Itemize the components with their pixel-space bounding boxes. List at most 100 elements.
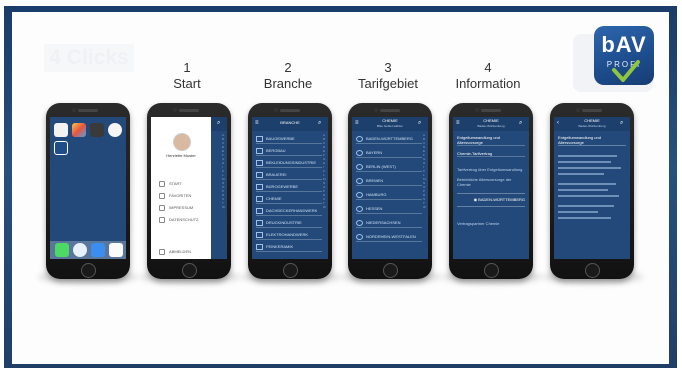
home-button[interactable] xyxy=(182,263,197,278)
bav-profi-logo: bAV PROFI xyxy=(594,26,654,85)
list-item[interactable]: BERLIN (WEST) xyxy=(356,163,422,172)
list-item[interactable]: NIEDERSACHSEN xyxy=(356,219,422,228)
step-number: 2 xyxy=(284,60,292,75)
detail-body xyxy=(558,151,624,251)
location-pin-icon xyxy=(356,191,363,198)
list-item-label: BAYERN xyxy=(366,150,383,155)
list-item[interactable]: BAUGEWERBE xyxy=(256,135,322,144)
menu-item-datenschutz[interactable]: DATENSCHUTZ xyxy=(159,217,198,223)
text-line xyxy=(558,217,611,219)
clock-app-icon[interactable] xyxy=(108,123,122,137)
phone-camera xyxy=(274,108,278,112)
list-item[interactable]: DACHDECKERHANDWERK xyxy=(256,207,322,216)
app-bar: ≡ CHEMIE Bitte Gebiet wählen ⌕ xyxy=(352,117,428,131)
branche-icon xyxy=(256,243,263,250)
phone-speaker xyxy=(582,109,602,112)
phone-screen: ⌕ Henriette Muster START FAVORITEN IMPRE… xyxy=(151,117,227,259)
list-item[interactable]: BERGBAU xyxy=(256,147,322,156)
phone-start-menu: ⌕ Henriette Muster START FAVORITEN IMPRE… xyxy=(147,103,231,279)
bav-app-icon[interactable] xyxy=(54,141,68,155)
list-item[interactable]: HESSEN xyxy=(356,205,422,214)
detail-title: Entgeltumwandlung und Altersvorsorge xyxy=(558,135,626,146)
alphabet-index[interactable]: ABCDEFGHIKLMNOPRSTW xyxy=(423,133,427,209)
list-item-label: FEINKERAMIK xyxy=(266,244,294,249)
music-app-icon[interactable] xyxy=(109,243,123,257)
phone-speaker xyxy=(380,109,400,112)
location-pin-icon xyxy=(356,219,363,226)
screen-title: BRANCHE xyxy=(280,120,300,125)
phone-camera xyxy=(173,108,177,112)
home-button[interactable] xyxy=(484,263,499,278)
phone-speaker xyxy=(179,109,199,112)
list-item[interactable]: BEKLEIDUNGSINDUSTRIE xyxy=(256,159,322,168)
location-pin-icon xyxy=(356,135,363,142)
menu-item-impressum[interactable]: IMPRESSUM xyxy=(159,205,193,211)
list-item-label: BEKLEIDUNGSINDUSTRIE xyxy=(266,160,317,165)
home-button[interactable] xyxy=(283,263,298,278)
phone-screen: ≡ CHEMIE Baden-Württemberg ⌕ Entgeltumwa… xyxy=(453,117,529,259)
list-item[interactable]: BADEN-WÜRTTEMBERG xyxy=(356,135,422,144)
alphabet-index[interactable]: ABCDEFGHIKLMNOPRSTW xyxy=(323,133,327,209)
list-item[interactable]: DRUCKINDUSTRIE xyxy=(256,219,322,228)
list-item-label: BREMEN xyxy=(366,178,384,183)
location-pin-icon xyxy=(356,149,363,156)
info-item[interactable]: Chemie-Tarifvertrag xyxy=(457,151,525,157)
branche-icon xyxy=(256,171,263,178)
search-icon[interactable]: ⌕ xyxy=(418,120,424,126)
search-icon[interactable]: ⌕ xyxy=(519,120,525,126)
phone-detail: ‹ CHEMIE Baden-Württemberg ⌕ Entgeltumwa… xyxy=(550,103,634,279)
list-item[interactable]: BRAUEREI xyxy=(256,171,322,180)
list-item[interactable]: BÜROGEWERBE xyxy=(256,183,322,192)
phone-speaker xyxy=(280,109,300,112)
list-item[interactable]: ELEKTROHANDWERK xyxy=(256,231,322,240)
list-item-label: DRUCKINDUSTRIE xyxy=(266,220,302,225)
step-1: 1 Start xyxy=(142,60,232,92)
branche-icon xyxy=(256,195,263,202)
camera-app-icon[interactable] xyxy=(90,123,104,137)
list-item[interactable]: CHEMIE xyxy=(256,195,322,204)
list-item[interactable]: HAMBURG xyxy=(356,191,422,200)
phone-screen: ≡ BRANCHE ⌕ BAUGEWERBE BERGBAU BEKLEIDUN… xyxy=(252,117,328,259)
list-item[interactable]: FEINKERAMIK xyxy=(256,243,322,252)
calendar-app-icon[interactable] xyxy=(54,123,68,137)
list-item-label: BRAUEREI xyxy=(266,172,287,177)
photos-app-icon[interactable] xyxy=(72,123,86,137)
screen-subtitle: Baden-Württemberg xyxy=(578,124,606,128)
alphabet-index[interactable]: ABCDEFGHIKLMNOPRSTW xyxy=(222,133,226,209)
menu-item-start[interactable]: START xyxy=(159,181,182,187)
text-line xyxy=(558,155,618,157)
document-icon xyxy=(159,205,165,211)
menu-item-label: IMPRESSUM xyxy=(169,205,194,211)
search-icon[interactable]: ⌕ xyxy=(620,120,626,126)
info-text: Betriebliche Altersvorsorge der Chemie xyxy=(457,177,512,187)
phone-app-icon[interactable] xyxy=(55,243,69,257)
home-button[interactable] xyxy=(81,263,96,278)
list-item-label: HAMBURG xyxy=(366,192,387,197)
app-bar: ≡ CHEMIE Baden-Württemberg ⌕ xyxy=(453,117,529,131)
list-item-label: CHEMIE xyxy=(266,196,282,201)
text-line xyxy=(558,161,611,163)
list-item-label: ELEKTROHANDWERK xyxy=(266,232,309,237)
text-line xyxy=(558,205,615,207)
menu-item-favoriten[interactable]: FAVORITEN xyxy=(159,193,191,199)
mail-app-icon[interactable] xyxy=(91,243,105,257)
region-row[interactable]: ◉ BADEN-WÜRTTEMBERG xyxy=(457,193,525,207)
list-item[interactable]: NORDRHEIN-WESTFALEN xyxy=(356,233,422,242)
search-icon[interactable]: ⌕ xyxy=(318,120,324,126)
phone-tarifgebiet: ≡ CHEMIE Bitte Gebiet wählen ⌕ BADEN-WÜR… xyxy=(348,103,432,279)
list-item[interactable]: BREMEN xyxy=(356,177,422,186)
branche-icon xyxy=(256,159,263,166)
safari-app-icon[interactable] xyxy=(73,243,87,257)
list-item[interactable]: BAYERN xyxy=(356,149,422,158)
home-button[interactable] xyxy=(383,263,398,278)
phone-camera xyxy=(374,108,378,112)
info-item[interactable]: Entgeltumwandlung und Altersvorsorge xyxy=(457,135,525,146)
list-item-label: BAUGEWERBE xyxy=(266,136,295,141)
list-item-label: BERGBAU xyxy=(266,148,286,153)
home-button[interactable] xyxy=(585,263,600,278)
search-icon[interactable]: ⌕ xyxy=(217,120,223,126)
menu-item-abmelden[interactable]: ABMELDEN xyxy=(159,249,191,255)
step-label: Tarifgebiet xyxy=(358,76,418,91)
app-bar: ≡ BRANCHE ⌕ xyxy=(252,117,328,131)
branche-icon xyxy=(256,183,263,190)
